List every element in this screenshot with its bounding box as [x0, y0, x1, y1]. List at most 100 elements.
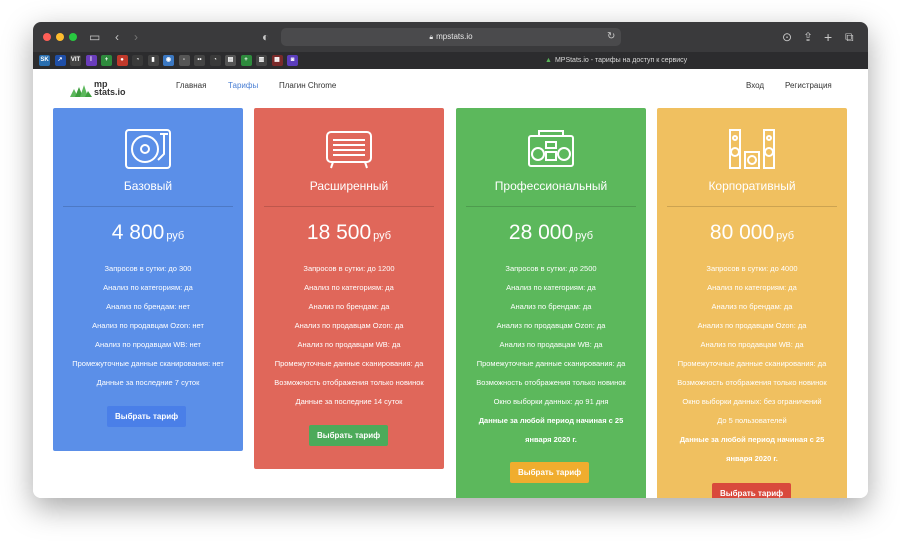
- plan-price: 28 000 руб: [456, 221, 646, 248]
- favorite-site-icon[interactable]: ▮: [147, 55, 159, 66]
- favorite-site-icon[interactable]: ↗: [54, 55, 66, 66]
- favorite-site-icon[interactable]: ▫: [178, 55, 190, 66]
- address-bar[interactable]: 🔒︎ mpstats.io: [281, 28, 621, 46]
- plan-feature: Анализ по продавцам WB: нет: [95, 340, 201, 349]
- plan-feature: Промежуточные данные сканирования: да: [274, 359, 424, 368]
- download-icon[interactable]: ⊙: [782, 28, 792, 46]
- reload-icon[interactable]: ↻: [607, 28, 615, 46]
- plan-feature: Промежуточные данные сканирования: нет: [72, 359, 224, 368]
- favorite-site-icon[interactable]: ▤: [225, 55, 236, 66]
- logo-triangles-icon: [70, 85, 92, 97]
- plan-divider: [667, 206, 837, 207]
- plan-price-value: 28 000: [508, 221, 574, 244]
- privacy-shield-icon[interactable]: ◐: [262, 28, 269, 46]
- select-plan-button[interactable]: Выбрать тариф: [510, 462, 590, 483]
- favorite-site-icon[interactable]: ●: [116, 55, 128, 66]
- favorite-site-icon[interactable]: ••: [194, 55, 205, 66]
- tab-title: MPStats.io - тарифы на доступ к сервису: [554, 57, 688, 64]
- plan-currency: руб: [373, 230, 392, 242]
- plan-name: Базовый: [123, 179, 173, 193]
- favorite-site-icon[interactable]: ▥: [256, 55, 267, 66]
- favorite-site-icon[interactable]: ◔: [209, 55, 221, 66]
- plan-feature: Промежуточные данные сканирования: да: [476, 359, 626, 368]
- plan-price: 18 500 руб: [254, 221, 444, 248]
- plan-feature: Анализ по брендам: да: [711, 302, 793, 311]
- plan-features: Запросов в сутки: до 1200 Анализ по кате…: [254, 259, 444, 411]
- nav-link-login[interactable]: Вход: [746, 80, 764, 92]
- plan-card-corporate: Корпоративный 80 000 руб Запросов в сутки…: [657, 108, 847, 498]
- plan-feature: Данные за последние 14 суток: [295, 397, 403, 406]
- favorite-site-icon[interactable]: ◉: [163, 55, 174, 66]
- plan-feature: Возможность отображения только новинок: [476, 378, 626, 387]
- plan-bold-note: Данные за любой период начиная с 25 янва…: [478, 416, 624, 444]
- plan-price-value: 4 800: [111, 221, 165, 244]
- plan-feature: Окно выборки данных: без ограничений: [682, 397, 822, 406]
- maximize-window-button[interactable]: [69, 33, 77, 41]
- tab-favicon-icon: ▲: [545, 57, 552, 64]
- favorite-site-icon[interactable]: VIT: [70, 55, 81, 66]
- address-bar-url: mpstats.io: [436, 32, 473, 41]
- plan-currency: руб: [776, 230, 795, 242]
- favorite-site-icon[interactable]: ӏ: [85, 55, 97, 66]
- browser-titlebar: ▭ ‹ › ◐ 🔒︎ mpstats.io ↻ ⊙ ⇪ + ⧉: [33, 22, 868, 52]
- plan-price: 80 000 руб: [657, 221, 847, 248]
- plan-card-professional: Профессиональный 28 000 руб Запросов в су…: [456, 108, 646, 498]
- plan-divider: [264, 206, 434, 207]
- radio-icon: [326, 131, 372, 169]
- site-logo[interactable]: mp stats.io: [70, 79, 140, 99]
- select-plan-button[interactable]: Выбрать тариф: [309, 425, 389, 446]
- plan-feature: Возможность отображения только новинок: [677, 378, 827, 387]
- plan-card-extended: Расширенный 18 500 руб Запросов в сутки: …: [254, 108, 444, 469]
- new-tab-icon[interactable]: +: [824, 28, 832, 46]
- plan-feature: Анализ по брендам: да: [308, 302, 390, 311]
- plan-feature: Анализ по продавцам WB: да: [499, 340, 603, 349]
- plan-feature: Анализ по продавцам WB: да: [700, 340, 804, 349]
- plan-price-value: 18 500: [306, 221, 372, 244]
- plan-feature: Данные за последние 7 суток: [96, 378, 200, 387]
- plan-feature: Возможность отображения только новинок: [274, 378, 424, 387]
- plan-divider: [466, 206, 636, 207]
- plan-card-basic: Базовый 4 800 руб Запросов в сутки: до 30…: [53, 108, 243, 451]
- share-icon[interactable]: ⇪: [803, 28, 813, 46]
- plan-features: Запросов в сутки: до 4000 Анализ по кате…: [657, 259, 847, 468]
- close-window-button[interactable]: [43, 33, 51, 41]
- favorite-site-icon[interactable]: +: [240, 55, 252, 66]
- nav-link-register[interactable]: Регистрация: [785, 80, 832, 92]
- plan-price-value: 80 000: [709, 221, 775, 244]
- nav-link-plugin[interactable]: Плагин Chrome: [279, 80, 336, 92]
- favorite-site-icon[interactable]: ▦: [271, 55, 283, 66]
- plan-feature: Анализ по категориям: да: [707, 283, 797, 292]
- plan-currency: руб: [166, 230, 185, 242]
- plan-price: 4 800 руб: [53, 221, 243, 248]
- lock-icon: 🔒︎: [429, 34, 434, 41]
- select-plan-button[interactable]: Выбрать тариф: [712, 483, 792, 498]
- back-icon[interactable]: ‹: [115, 28, 119, 46]
- minimize-window-button[interactable]: [56, 33, 64, 41]
- forward-icon[interactable]: ›: [134, 28, 138, 46]
- plan-feature: Окно выборки данных: до 91 дня: [493, 397, 609, 406]
- plan-feature: Анализ по продавцам Ozon: да: [496, 321, 606, 330]
- page-content: mp stats.io Главная Тарифы Плагин Chrome…: [33, 69, 868, 498]
- plan-bold-note: Данные за любой период начиная с 25 янва…: [679, 435, 825, 463]
- active-tab[interactable]: ▲ MPStats.io - тарифы на доступ к сервису: [545, 55, 687, 66]
- tab-overview-icon[interactable]: ⧉: [845, 28, 854, 46]
- favorite-site-icon[interactable]: ◙: [287, 55, 298, 66]
- plan-divider: [63, 206, 233, 207]
- boombox-icon: [528, 130, 574, 167]
- select-plan-button[interactable]: Выбрать тариф: [107, 406, 187, 427]
- favorite-site-icon[interactable]: SK: [39, 55, 50, 66]
- favorite-site-icon[interactable]: ◔: [132, 55, 143, 66]
- plan-feature: До 5 пользователей: [717, 416, 787, 425]
- plan-feature: Анализ по продавцам Ozon: да: [697, 321, 807, 330]
- speakers-icon: [729, 129, 775, 169]
- plan-feature: Запросов в сутки: до 4000: [706, 264, 798, 273]
- plan-feature: Запросов в сутки: до 1200: [303, 264, 395, 273]
- plan-feature: Анализ по продавцам WB: да: [297, 340, 401, 349]
- nav-link-home[interactable]: Главная: [176, 80, 206, 92]
- sidebar-toggle-icon[interactable]: ▭: [89, 28, 100, 46]
- logo-text-stats: stats.io: [94, 87, 126, 97]
- turntable-icon: [125, 129, 171, 169]
- nav-link-tariffs[interactable]: Тарифы: [228, 80, 258, 92]
- favorite-site-icon[interactable]: +: [101, 55, 112, 66]
- plan-currency: руб: [575, 230, 594, 242]
